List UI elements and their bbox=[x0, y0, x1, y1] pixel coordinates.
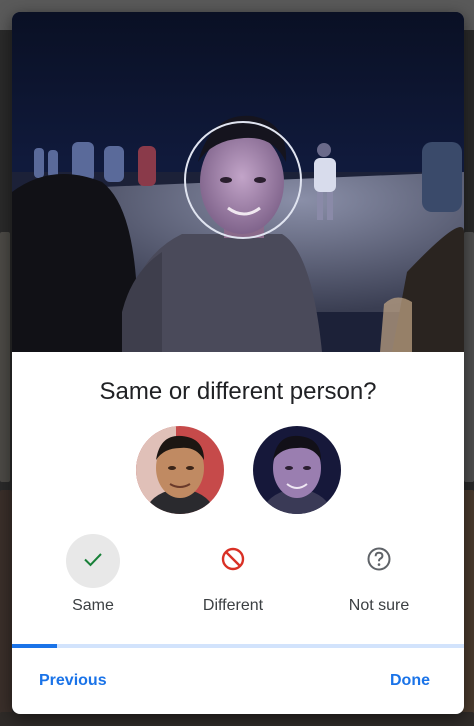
option-different-label: Different bbox=[202, 597, 264, 614]
previous-button[interactable]: Previous bbox=[39, 672, 107, 690]
option-not-sure-label: Not sure bbox=[348, 597, 410, 614]
progress-bar bbox=[12, 644, 464, 648]
dialog-question: Same or different person? bbox=[99, 378, 377, 405]
face-confirmation-dialog: Same or different person? Same Different… bbox=[12, 12, 464, 714]
option-same-button[interactable]: Same bbox=[23, 534, 163, 624]
option-not-sure-button[interactable]: Not sure bbox=[309, 534, 449, 624]
option-not-sure-indicator bbox=[352, 534, 406, 588]
option-same-label: Same bbox=[72, 597, 114, 614]
help-circle-icon bbox=[366, 546, 392, 577]
background-photo-tile bbox=[0, 712, 474, 726]
done-button[interactable]: Done bbox=[390, 672, 430, 690]
check-icon bbox=[81, 547, 105, 576]
face-thumbnail-second bbox=[253, 426, 341, 514]
face-thumbnail-first bbox=[136, 426, 224, 514]
source-photo bbox=[12, 12, 464, 352]
background-photo-tile bbox=[464, 232, 474, 482]
block-icon bbox=[220, 546, 246, 577]
option-different-indicator bbox=[206, 534, 260, 588]
option-different-button[interactable]: Different bbox=[163, 534, 303, 624]
background-photo-tile bbox=[0, 232, 10, 482]
progress-bar-fill bbox=[12, 644, 58, 648]
background-photo-tile bbox=[0, 490, 12, 726]
option-same-selected-indicator bbox=[66, 534, 120, 588]
